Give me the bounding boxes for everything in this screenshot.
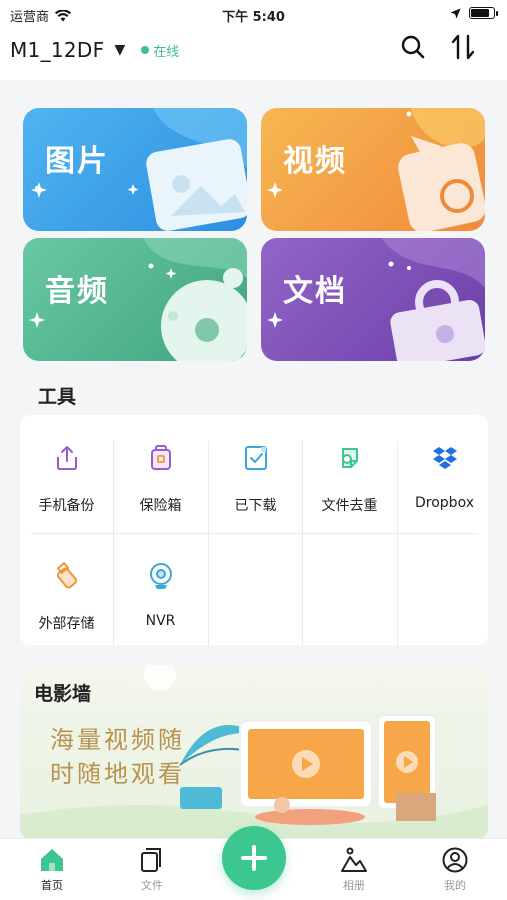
status-right [450,7,498,19]
movie-wall-slogan: 海量视频随 时随地观看 [50,723,185,791]
battery-fill [471,9,489,17]
tab-profile[interactable]: 我的 [425,847,485,893]
tab-label: 文件 [141,879,163,892]
category-card-photos[interactable]: 图片 [23,108,247,231]
tool-label: NVR [145,613,176,629]
album-icon [341,847,367,872]
category-label: 文档 [283,274,347,309]
transfer-button[interactable] [448,32,478,62]
device-name: M1_12DF [10,38,105,62]
tool-external-storage[interactable]: 外部存储 [20,533,113,651]
category-label: 音频 [45,274,109,309]
category-card-documents[interactable]: 文档 [261,238,485,361]
category-label: 图片 [45,144,109,179]
search-button[interactable] [398,32,428,62]
tools-grid: 手机备份 保险箱 已下载 文件去重 Dropbox 外部存储 NVR [20,415,491,647]
status-bar: 运营商 下午 5:40 [0,0,507,28]
online-status: 在线 [141,41,179,60]
tool-label: Dropbox [415,495,474,511]
search-icon [401,35,425,59]
category-card-videos[interactable]: 视频 [261,108,485,231]
dropbox-icon [432,447,457,469]
safe-icon [150,445,171,470]
tool-label: 手机备份 [38,498,95,514]
upload-icon [56,446,77,470]
location-icon [450,8,461,18]
tab-label: 首页 [41,879,63,892]
clock: 下午 5:40 [222,10,285,25]
movie-wall-title: 电影墙 [34,683,92,705]
tools-section-title: 工具 [38,386,77,408]
tool-downloaded[interactable]: 已下载 [209,415,302,533]
files-icon [141,848,161,872]
tool-label: 文件去重 [321,498,378,514]
tool-safe[interactable]: 保险箱 [114,415,207,533]
profile-icon [442,847,468,873]
dedupe-icon [341,448,358,468]
transfer-icon [451,34,475,60]
tool-dropbox[interactable]: Dropbox [398,415,491,533]
device-selector[interactable]: M1_12DF ▼ 在线 [10,38,179,62]
tab-album[interactable]: 相册 [324,847,384,893]
movie-wall-banner[interactable]: 电影墙 海量视频随 时随地观看 [20,665,488,840]
tab-label: 我的 [444,879,466,892]
category-label: 视频 [283,144,347,179]
slogan-line: 海量视频随 [50,726,185,754]
online-status-label: 在线 [153,44,180,60]
tool-nvr[interactable]: NVR [114,533,207,651]
tool-label: 外部存储 [38,616,95,632]
tool-label: 已下载 [234,498,277,514]
slogan-line: 时随地观看 [50,760,185,788]
tab-files[interactable]: 文件 [122,847,182,893]
tab-label: 相册 [343,879,365,892]
tool-phone-backup[interactable]: 手机备份 [20,415,113,533]
tool-file-dedupe[interactable]: 文件去重 [303,415,396,533]
home-icon [41,849,63,871]
camera-icon [149,563,172,589]
category-card-audio[interactable]: 音频 [23,238,247,361]
top-header: M1_12DF ▼ 在线 [0,28,507,80]
usb-storage-icon [56,561,77,589]
tab-home[interactable]: 首页 [22,847,82,893]
battery-icon [469,7,498,19]
tool-label: 保险箱 [139,498,182,514]
add-button[interactable] [222,826,286,890]
caret-down-icon: ▼ [114,42,126,58]
online-dot-icon [141,46,150,54]
downloaded-icon [244,446,267,470]
